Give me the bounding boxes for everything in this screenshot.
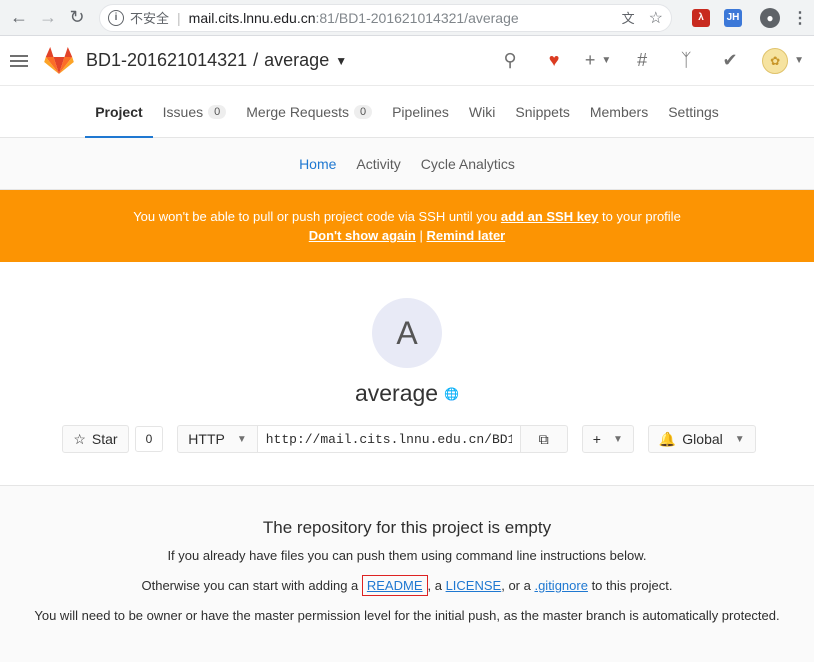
todos-check-icon[interactable]: ✔ bbox=[708, 50, 752, 71]
text-span: , or a bbox=[501, 578, 535, 593]
tab-settings[interactable]: Settings bbox=[658, 86, 729, 137]
chevron-down-icon[interactable]: ▼ bbox=[794, 55, 804, 66]
copy-url-button[interactable]: ⧉ bbox=[519, 425, 568, 453]
subnav-home[interactable]: Home bbox=[299, 156, 336, 172]
subnav-cycle-analytics[interactable]: Cycle Analytics bbox=[421, 156, 515, 172]
issues-count-badge: 0 bbox=[208, 104, 227, 119]
plus-icon: + bbox=[592, 431, 601, 447]
translate-icon[interactable]: 文 bbox=[622, 8, 635, 27]
gitlab-logo-icon[interactable] bbox=[44, 46, 74, 75]
tab-issues[interactable]: Issues 0 bbox=[153, 86, 237, 137]
jh-extension-icon[interactable]: JH bbox=[724, 8, 742, 27]
empty-repository-panel: The repository for this project is empty… bbox=[0, 485, 814, 662]
notification-dropdown[interactable]: 🔔 Global ▼ bbox=[647, 425, 756, 453]
project-name: average 🌐 bbox=[0, 380, 814, 407]
text-span: to this project. bbox=[587, 578, 673, 593]
star-count[interactable]: 0 bbox=[134, 426, 164, 452]
bookmark-star-icon[interactable]: ☆ bbox=[649, 8, 663, 28]
project-title: average bbox=[354, 380, 439, 406]
clone-url-input[interactable] bbox=[257, 425, 520, 453]
bell-icon: 🔔 bbox=[658, 430, 677, 447]
chevron-down-icon: ▼ bbox=[236, 433, 247, 445]
dont-show-again-link[interactable]: Don't show again bbox=[309, 228, 416, 243]
url-host: mail.cits.lnnu.edu.cn bbox=[188, 9, 316, 26]
tab-label: Wiki bbox=[468, 103, 496, 120]
project-breadcrumb[interactable]: BD1-201621014321 / average ▼ bbox=[86, 50, 347, 71]
project-avatar: A bbox=[372, 298, 442, 368]
tab-merge-requests[interactable]: Merge Requests 0 bbox=[236, 86, 382, 137]
text-span: Otherwise you can start with adding a bbox=[141, 578, 362, 593]
star-button[interactable]: ☆ Star bbox=[62, 425, 129, 453]
back-icon[interactable]: ← bbox=[6, 5, 32, 31]
alert-text-before: You won't be able to pull or push projec… bbox=[133, 209, 501, 224]
clone-protocol-dropdown[interactable]: HTTP ▼ bbox=[177, 425, 258, 453]
tab-label: Issues bbox=[162, 103, 204, 120]
url-path: :81/BD1-201621014321/average bbox=[315, 9, 519, 26]
merge-request-icon[interactable]: ᛉ bbox=[664, 50, 708, 71]
tab-pipelines[interactable]: Pipelines bbox=[382, 86, 459, 137]
add-ssh-key-link[interactable]: add an SSH key bbox=[501, 209, 599, 224]
tab-members[interactable]: Members bbox=[580, 86, 658, 137]
tab-snippets[interactable]: Snippets bbox=[505, 86, 579, 137]
add-new-dropdown[interactable]: + ▼ bbox=[581, 425, 634, 453]
address-separator: | bbox=[177, 9, 181, 26]
star-label: Star bbox=[91, 431, 118, 447]
pdf-extension-icon[interactable]: λ bbox=[692, 8, 710, 27]
empty-repo-title: The repository for this project is empty bbox=[262, 518, 552, 537]
address-bar[interactable]: i 不安全 | mail.cits.lnnu.edu.cn:81/BD1-201… bbox=[99, 3, 672, 32]
project-nav: Project Issues 0 Merge Requests 0 Pipeline… bbox=[0, 86, 814, 138]
issues-hash-icon[interactable]: # bbox=[620, 50, 664, 71]
text-span: , a bbox=[427, 578, 446, 593]
project-actions: ☆ Star 0 HTTP ▼ ⧉ + ▼ 🔔 Global ▼ bbox=[0, 425, 814, 453]
tab-label: Members bbox=[589, 103, 649, 120]
readme-link[interactable]: README bbox=[367, 578, 423, 593]
subnav-activity[interactable]: Activity bbox=[356, 156, 400, 172]
merge-requests-count-badge: 0 bbox=[353, 104, 373, 119]
project-home: A average 🌐 ☆ Star 0 HTTP ▼ ⧉ + ▼ 🔔 Glob… bbox=[0, 262, 814, 453]
tab-label: Settings bbox=[668, 103, 719, 120]
gitignore-link[interactable]: .gitignore bbox=[534, 578, 587, 593]
remind-later-link[interactable]: Remind later bbox=[426, 228, 505, 243]
empty-repo-line2: Otherwise you can start with adding a RE… bbox=[0, 575, 814, 596]
user-avatar[interactable]: ✿ bbox=[762, 47, 789, 74]
forward-icon[interactable]: → bbox=[35, 5, 61, 31]
hamburger-menu-icon[interactable] bbox=[10, 54, 28, 67]
chevron-down-icon: ▼ bbox=[734, 433, 745, 445]
tab-label: Merge Requests bbox=[246, 103, 349, 120]
tab-label: Pipelines bbox=[392, 103, 449, 120]
notification-level-label: Global bbox=[682, 431, 723, 447]
globe-visibility-icon: 🌐 bbox=[444, 386, 460, 401]
alert-divider: | bbox=[419, 228, 423, 243]
reload-icon[interactable]: ↻ bbox=[64, 5, 90, 31]
chevron-down-icon: ▼ bbox=[612, 433, 623, 445]
browser-toolbar: ← → ↻ i 不安全 | mail.cits.lnnu.edu.cn:81/B… bbox=[0, 0, 814, 36]
clone-url-group: HTTP ▼ ⧉ bbox=[177, 425, 568, 453]
chevron-down-icon[interactable]: ▼ bbox=[335, 54, 347, 68]
readme-highlight-box: README bbox=[361, 575, 428, 596]
ssh-key-alert: You won't be able to pull or push projec… bbox=[0, 190, 814, 262]
breadcrumb-separator: / bbox=[253, 50, 259, 70]
new-plus-icon[interactable]: + ▼ bbox=[576, 50, 620, 71]
project-name-header[interactable]: average bbox=[264, 50, 329, 71]
alert-text-after: to your profile bbox=[598, 209, 681, 224]
profile-icon[interactable]: ● bbox=[760, 7, 780, 28]
info-icon[interactable]: i bbox=[108, 9, 124, 26]
protocol-label: HTTP bbox=[188, 431, 225, 447]
spy-mode-icon[interactable]: ♥ bbox=[532, 50, 576, 71]
tab-label: Project bbox=[95, 103, 143, 120]
tab-label: Snippets bbox=[515, 103, 570, 120]
license-link[interactable]: LICENSE bbox=[446, 578, 502, 593]
search-icon[interactable]: ⚲ bbox=[488, 50, 532, 71]
tab-project[interactable]: Project bbox=[85, 86, 154, 138]
tab-wiki[interactable]: Wiki bbox=[459, 86, 505, 137]
project-sub-nav: Home Activity Cycle Analytics bbox=[0, 138, 814, 190]
namespace-name[interactable]: BD1-201621014321 bbox=[86, 50, 247, 71]
clipboard-icon: ⧉ bbox=[538, 430, 549, 447]
empty-repo-line3: You will need to be owner or have the ma… bbox=[34, 608, 780, 623]
insecure-label: 不安全 bbox=[130, 11, 170, 26]
empty-repo-line1: If you already have files you can push t… bbox=[167, 548, 647, 563]
gitlab-header: BD1-201621014321 / average ▼ ⚲ ♥ + ▼ # ᛉ … bbox=[0, 36, 814, 86]
star-icon: ☆ bbox=[73, 430, 86, 447]
browser-menu-icon[interactable]: ⋮ bbox=[792, 8, 808, 28]
